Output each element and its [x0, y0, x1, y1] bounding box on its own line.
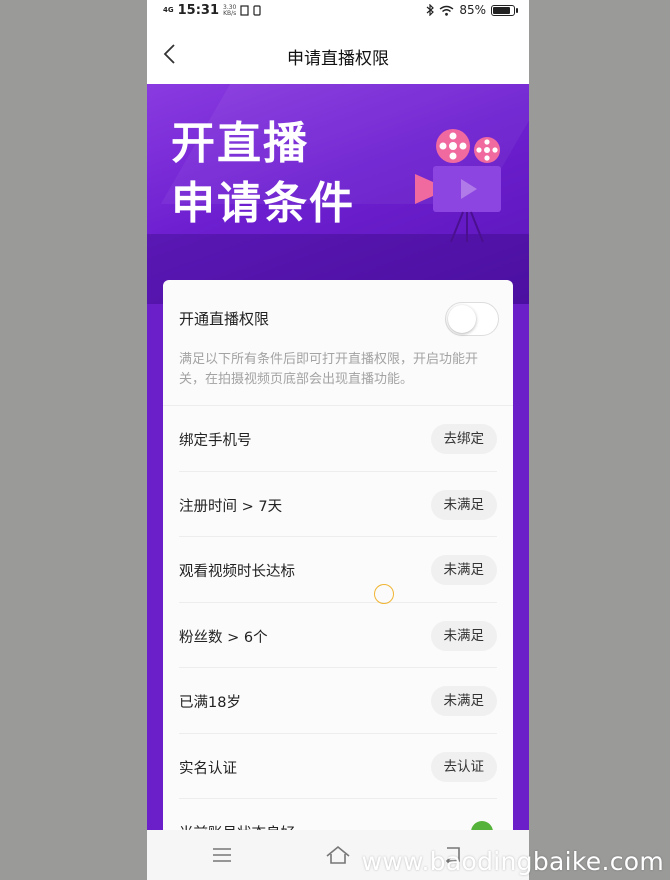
status-badge[interactable]: 未满足	[430, 686, 497, 716]
toggle-knob	[448, 305, 476, 333]
network-speed: 3.30 KB/s	[223, 3, 237, 17]
nav-bar: 申请直播权限	[147, 22, 529, 84]
condition-label: 观看视频时长达标	[179, 564, 295, 580]
live-permission-label: 开通直播权限	[179, 310, 270, 328]
battery-level	[493, 6, 510, 14]
condition-bind-phone: 绑定手机号 去绑定	[179, 406, 497, 472]
phone-screen: 4G 15:31 3.30 KB/s 85% 申请直播权限 开直播 申请条件 开…	[147, 0, 529, 880]
touch-indicator	[374, 584, 394, 604]
movie-camera-icon	[415, 129, 501, 243]
status-badge[interactable]: 未满足	[430, 555, 497, 585]
bluetooth-icon	[426, 4, 435, 16]
live-permission-toggle[interactable]	[445, 302, 499, 336]
verify-identity-button[interactable]: 去认证	[430, 751, 497, 782]
sim-icon	[253, 5, 261, 16]
condition-label: 已满18岁	[179, 695, 241, 711]
condition-label: 粉丝数 > 6个	[179, 629, 268, 646]
bind-phone-button[interactable]: 去绑定	[430, 424, 497, 454]
hero-title-line2: 申请条件	[171, 178, 355, 229]
page-title: 申请直播权限	[287, 49, 389, 69]
battery-icon	[491, 4, 518, 16]
conditions-list: 绑定手机号 去绑定 注册时间 > 7天 未满足 观看视频时长达标 未满足 粉丝数…	[179, 406, 497, 865]
condition-label: 实名认证	[179, 760, 237, 777]
watermark-text: www.baodingbaike.com	[361, 847, 664, 876]
menu-icon[interactable]	[209, 842, 235, 868]
status-badge[interactable]: 未满足	[430, 620, 497, 651]
status-bar: 4G 15:31 3.30 KB/s 85%	[147, 0, 529, 22]
battery-percent: 85%	[459, 3, 486, 17]
clock: 15:31	[177, 3, 220, 18]
hero-title-line1: 开直播	[171, 118, 309, 169]
wifi-icon	[439, 5, 454, 16]
home-icon[interactable]	[325, 842, 351, 868]
condition-register-time: 注册时间 > 7天 未满足	[179, 472, 497, 537]
condition-age: 已满18岁 未满足	[179, 668, 497, 734]
live-permission-row: 开通直播权限	[179, 302, 499, 336]
condition-followers: 粉丝数 > 6个 未满足	[179, 603, 497, 668]
condition-label: 绑定手机号	[179, 433, 252, 449]
condition-real-name: 实名认证 去认证	[179, 734, 497, 799]
condition-watch-time: 观看视频时长达标 未满足	[179, 537, 497, 603]
status-badge[interactable]: 未满足	[430, 489, 497, 520]
notification-icon	[240, 5, 249, 16]
condition-label: 注册时间 > 7天	[179, 498, 283, 515]
permission-description: 满足以下所有条件后即可打开直播权限，开启功能开关，在拍摄视频页底部会出现直播功能…	[179, 352, 479, 387]
hero-title: 开直播 申请条件	[171, 114, 355, 234]
hero-banner: 开直播 申请条件	[147, 84, 529, 304]
conditions-card: 开通直播权限 满足以下所有条件后即可打开直播权限，开启功能开关，在拍摄视频页底部…	[163, 280, 513, 865]
network-indicator: 4G	[163, 6, 174, 14]
